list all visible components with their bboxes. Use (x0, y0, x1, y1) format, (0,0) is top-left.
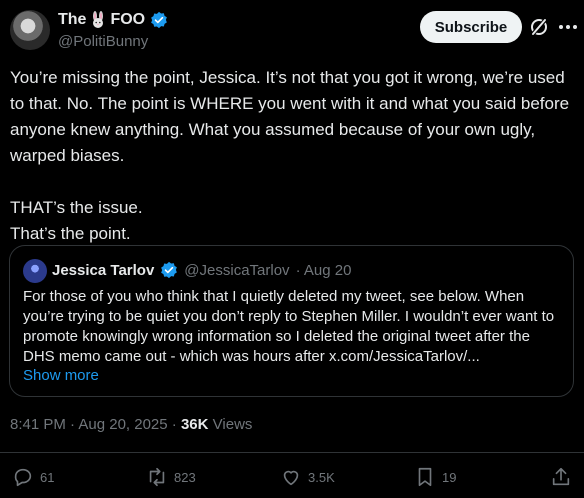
author-name-suffix: FOO (110, 11, 146, 28)
repost-icon (149, 467, 165, 487)
author-name[interactable]: The FOO (58, 11, 168, 29)
bookmark-count: 19 (442, 469, 457, 485)
author-avatar[interactable] (10, 10, 50, 50)
repost-count: 823 (174, 469, 196, 485)
bookmark-button[interactable]: 19 (414, 466, 456, 488)
bookmark-icon (418, 467, 432, 487)
verified-badge-icon (151, 11, 167, 29)
quoted-author-line: Jessica Tarlov @JessicaTarlov · Aug 20 (52, 261, 351, 279)
bunny-emoji-icon (93, 11, 104, 28)
tweet-timestamp[interactable]: 8:41 PM · Aug 20, 2025 · (10, 416, 177, 433)
views-label: Views (212, 416, 253, 433)
author-handle[interactable]: @PolitiBunny (58, 33, 148, 50)
quoted-author-name[interactable]: Jessica Tarlov (52, 262, 154, 279)
grok-icon[interactable] (528, 16, 550, 38)
reply-icon (14, 468, 32, 487)
share-icon (552, 467, 570, 486)
subscribe-button[interactable]: Subscribe (420, 11, 522, 43)
show-more-link[interactable]: Show more (23, 367, 99, 384)
repost-button[interactable]: 823 (146, 466, 196, 488)
share-button[interactable] (550, 466, 572, 488)
tweet-meta: 8:41 PM · Aug 20, 2025 · 36K Views (10, 416, 252, 433)
quoted-date: · Aug 20 (295, 261, 352, 279)
reply-count: 61 (40, 469, 55, 485)
quoted-author-avatar[interactable] (23, 259, 47, 283)
like-count: 3.5K (308, 469, 335, 485)
divider (0, 452, 584, 453)
verified-badge-icon (161, 261, 178, 279)
like-button[interactable]: 3.5K (280, 466, 335, 488)
like-icon (283, 470, 299, 486)
views-count: 36K (180, 416, 209, 433)
quoted-tweet-text: For those of you who think that I quietl… (23, 288, 555, 365)
quoted-author-handle[interactable]: @JessicaTarlov (184, 262, 289, 279)
quoted-tweet[interactable]: Jessica Tarlov @JessicaTarlov · Aug 20 F… (9, 245, 574, 397)
more-icon[interactable] (556, 16, 580, 38)
author-name-prefix: The (58, 11, 87, 28)
reply-button[interactable]: 61 (12, 466, 54, 488)
tweet-text: You’re missing the point, Jessica. It’s … (10, 68, 570, 243)
